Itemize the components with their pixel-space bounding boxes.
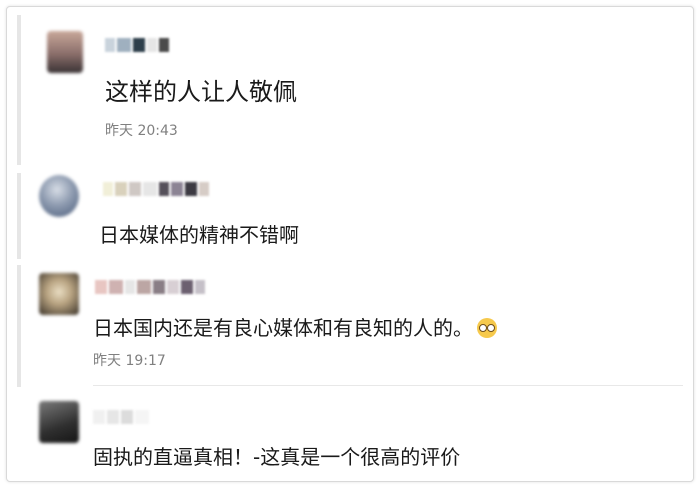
comment-time: 昨天 19:17 [93,353,166,369]
avatar[interactable] [39,401,79,443]
comment-text: 固执的直逼真相！-这真是一个很高的评价 [93,445,461,469]
comment-text: 日本媒体的精神不错啊 [99,223,299,247]
thread-bar [17,15,21,165]
username[interactable] [95,279,205,295]
comment-panel: 这样的人让人敬佩 昨天 20:43 日本媒体的精神不错啊 日本国内还是有良心媒体… [6,6,694,482]
username[interactable] [103,181,209,197]
username[interactable] [93,409,149,425]
glasses-emoji-icon [477,318,497,338]
username[interactable] [105,37,169,53]
avatar[interactable] [39,273,79,315]
thread-bar [17,265,21,387]
comment-text: 这样的人让人敬佩 [105,78,297,106]
thread-bar [17,173,21,259]
divider [93,385,683,386]
avatar[interactable] [47,31,83,73]
avatar[interactable] [39,175,79,217]
comment-time: 昨天 20:43 [105,123,178,139]
comment-text: 日本国内还是有良心媒体和有良知的人的。 [93,312,497,341]
